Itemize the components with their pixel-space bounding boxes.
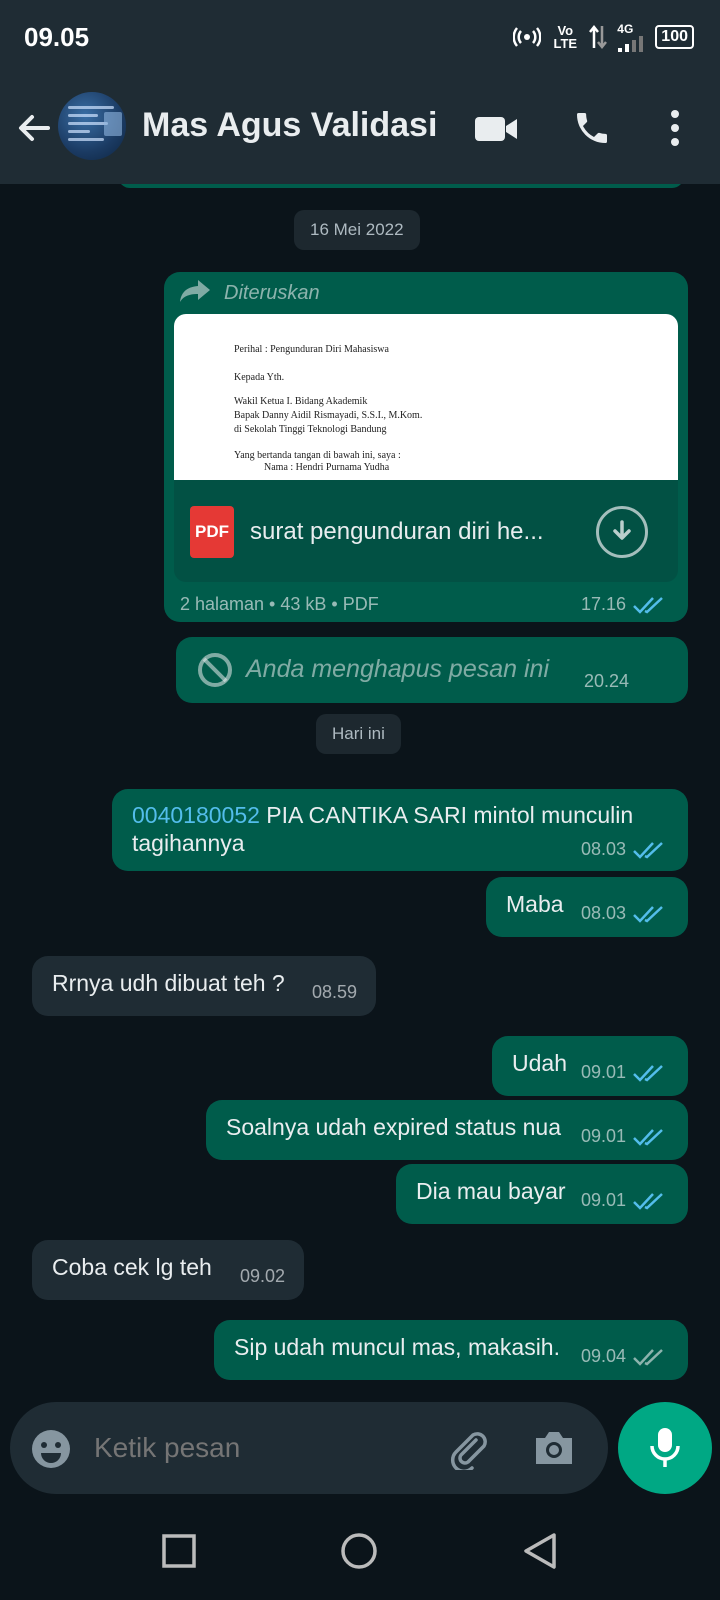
incoming-message[interactable]: Rrnya udh dibuat teh ? 08.59 (32, 956, 376, 1016)
message-time: 08.59 (312, 982, 358, 1002)
message-input[interactable] (94, 1424, 434, 1472)
message-time: 20.24 (584, 671, 630, 691)
message-time: 08.03 (580, 903, 626, 923)
message-text: Maba (506, 891, 564, 917)
document-info: 2 halaman • 43 kB • PDF (180, 594, 379, 614)
read-ticks-icon (633, 1128, 663, 1146)
message-meta: 08.59 (312, 982, 357, 1003)
date-separator: 16 Mei 2022 (294, 210, 420, 250)
message-text: 0040180052 PIA CANTIKA SARI mintol muncu… (132, 801, 652, 857)
delivered-ticks-icon (633, 1348, 663, 1366)
voice-record-button[interactable] (618, 1402, 712, 1494)
pdf-file-icon: PDF (190, 506, 234, 558)
account-number-link[interactable]: 0040180052 (132, 802, 260, 828)
previous-message-edge (118, 184, 684, 188)
read-ticks-icon (633, 1064, 663, 1082)
download-button[interactable] (596, 506, 648, 558)
avatar[interactable] (58, 92, 126, 160)
download-icon (613, 520, 631, 540)
preview-line: di Sekolah Tinggi Teknologi Bandung (234, 424, 387, 435)
document-file-name[interactable]: surat pengunduran diri he... (250, 518, 570, 546)
preview-line: Yang bertanda tangan di bawah ini, saya … (234, 450, 401, 461)
signal-icon (618, 36, 644, 52)
date-separator: Hari ini (316, 714, 401, 754)
outgoing-message[interactable]: 0040180052 PIA CANTIKA SARI mintol muncu… (112, 789, 688, 871)
battery-indicator: 100 (655, 25, 694, 49)
message-time: 09.01 (580, 1062, 626, 1082)
message-text: Soalnya udah expired status nua (226, 1114, 562, 1140)
preview-line: Bapak Danny Aidil Rismayadi, S.S.I., M.K… (234, 410, 423, 421)
message-meta: 08.03 (581, 839, 666, 860)
document-file-row[interactable]: PDF surat pengunduran diri he... (174, 480, 678, 582)
outgoing-message[interactable]: Udah 09.01 (492, 1036, 688, 1096)
message-time: 09.01 (580, 1126, 626, 1146)
outgoing-message[interactable]: Sip udah muncul mas, makasih. 09.04 (214, 1320, 688, 1380)
forwarded-document-message[interactable]: Diteruskan Perihal : Pengunduran Diri Ma… (164, 272, 688, 622)
attach-icon[interactable] (446, 1426, 490, 1470)
chat-header: Mas Agus Validasi (0, 78, 720, 184)
video-call-icon[interactable] (474, 114, 518, 144)
forward-icon (180, 280, 210, 302)
message-meta: 09.01 (581, 1062, 666, 1083)
message-meta: 09.04 (581, 1346, 666, 1367)
network-type: 4G (617, 22, 634, 36)
message-text: Dia mau bayar (416, 1178, 566, 1204)
deleted-text: Anda menghapus pesan ini (246, 655, 550, 683)
hotspot-icon (513, 27, 542, 47)
status-icons: Vo LTE 4G 100 (513, 22, 694, 52)
deleted-message[interactable]: Anda menghapus pesan ini 20.24 (176, 637, 688, 703)
back-arrow-icon[interactable] (14, 108, 54, 148)
read-ticks-icon (633, 841, 663, 859)
message-composer[interactable] (10, 1402, 608, 1494)
message-meta: 08.03 (581, 903, 666, 924)
back-nav-icon[interactable] (522, 1532, 558, 1570)
emoji-icon[interactable] (30, 1428, 72, 1470)
recent-apps-icon[interactable] (162, 1534, 196, 1568)
message-meta: 09.02 (240, 1266, 285, 1287)
outgoing-message[interactable]: Maba 08.03 (486, 877, 688, 937)
message-time: 17.16 (580, 594, 626, 614)
message-text: Coba cek lg teh (52, 1254, 212, 1280)
preview-line: Nama : Hendri Purnama Yudha (264, 462, 390, 473)
read-ticks-icon (633, 596, 663, 614)
data-arrows-icon (589, 24, 608, 50)
deleted-icon (198, 653, 232, 687)
read-ticks-icon (633, 905, 663, 923)
message-meta: 09.01 (581, 1190, 666, 1211)
mic-icon (650, 1428, 680, 1467)
message-meta: 20.24 (584, 671, 629, 692)
message-text: Rrnya udh dibuat teh ? (52, 970, 285, 996)
message-time: 08.03 (580, 839, 626, 859)
message-meta: 09.01 (581, 1126, 666, 1147)
message-text: Udah (512, 1050, 567, 1076)
phone-icon[interactable] (572, 108, 612, 148)
chat-area[interactable]: 16 Mei 2022 Diteruskan Perihal : Pengund… (0, 184, 720, 1480)
message-time: 09.02 (240, 1266, 286, 1286)
status-time: 09.05 (24, 22, 90, 52)
document-preview[interactable]: Perihal : Pengunduran Diri Mahasiswa Kep… (174, 314, 678, 480)
message-meta: 17.16 (581, 594, 666, 615)
system-navigation-bar (0, 1500, 720, 1600)
message-text: Sip udah muncul mas, makasih. (234, 1334, 560, 1360)
forwarded-label: Diteruskan (224, 282, 320, 304)
message-time: 09.01 (580, 1190, 626, 1210)
read-ticks-icon (633, 1192, 663, 1210)
preview-line: Wakil Ketua I. Bidang Akademik (234, 396, 368, 407)
message-time: 09.04 (580, 1346, 626, 1366)
camera-icon[interactable] (532, 1428, 576, 1468)
incoming-message[interactable]: Coba cek lg teh 09.02 (32, 1240, 304, 1300)
contact-name[interactable]: Mas Agus Validasi (142, 106, 437, 145)
preview-line: Kepada Yth. (234, 372, 285, 383)
home-icon[interactable] (340, 1532, 378, 1570)
outgoing-message[interactable]: Soalnya udah expired status nua 09.01 (206, 1100, 688, 1160)
volte-indicator: Vo LTE (553, 23, 578, 51)
outgoing-message[interactable]: Dia mau bayar 09.01 (396, 1164, 688, 1224)
status-bar: 09.05 Vo LTE 4G 100 (0, 0, 720, 78)
more-vert-icon[interactable] (660, 108, 690, 148)
preview-line: Perihal : Pengunduran Diri Mahasiswa (234, 344, 389, 355)
